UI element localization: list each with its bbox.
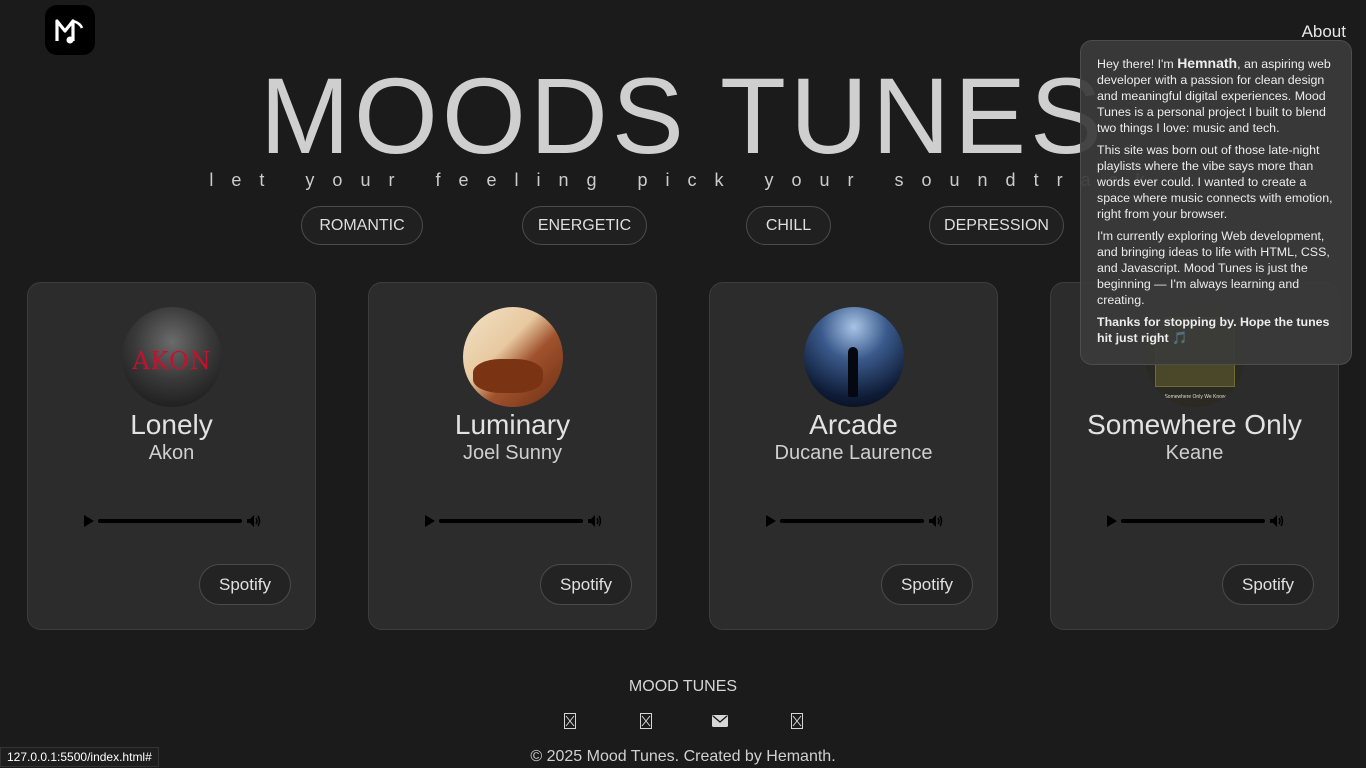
audio-player — [84, 513, 262, 529]
about-paragraph: Hey there! I'm Hemnath, an aspiring web … — [1097, 55, 1331, 135]
volume-icon[interactable] — [246, 514, 262, 528]
album-cover-text: AKON — [132, 347, 212, 375]
social-link-2-icon[interactable] — [638, 713, 654, 729]
mood-button-chill[interactable]: CHILL — [746, 206, 831, 245]
copyright: © 2025 Mood Tunes. Created by Hemanth. — [530, 748, 836, 765]
volume-icon[interactable] — [587, 514, 603, 528]
album-cover — [804, 307, 904, 407]
audio-player — [1107, 513, 1285, 529]
audio-player — [425, 513, 603, 529]
volume-icon[interactable] — [928, 514, 944, 528]
progress-bar[interactable] — [98, 519, 242, 523]
audio-player — [766, 513, 944, 529]
about-link[interactable]: About — [1302, 22, 1346, 42]
footer-brand: MOOD TUNES — [628, 678, 738, 695]
mood-button-romantic[interactable]: ROMANTIC — [301, 206, 423, 245]
song-title: Luminary — [454, 409, 571, 440]
song-card: Arcade Ducane Laurence Spotify — [709, 282, 998, 630]
mood-button-energetic[interactable]: ENERGETIC — [522, 206, 647, 245]
app-logo[interactable] — [45, 5, 95, 55]
author-name: Hemnath — [1177, 55, 1238, 71]
song-artist: Akon — [148, 442, 195, 464]
progress-bar[interactable] — [1121, 519, 1265, 523]
spotify-button[interactable]: Spotify — [199, 564, 291, 605]
about-paragraph: This site was born out of those late-nig… — [1097, 143, 1333, 221]
play-icon[interactable] — [425, 515, 435, 527]
spotify-button[interactable]: Spotify — [1222, 564, 1314, 605]
song-title: Lonely — [130, 409, 213, 440]
email-envelope-icon[interactable] — [712, 713, 728, 729]
play-icon[interactable] — [766, 515, 776, 527]
song-card: Luminary Joel Sunny Spotify — [368, 282, 657, 630]
progress-bar[interactable] — [780, 519, 924, 523]
album-cover-text: Somewhere Only We Know — [1164, 394, 1226, 400]
album-cover — [463, 307, 563, 407]
song-artist: Joel Sunny — [463, 442, 562, 464]
social-link-4-icon[interactable] — [789, 713, 805, 729]
social-link-1-icon[interactable] — [562, 713, 578, 729]
song-title: Arcade — [809, 409, 898, 440]
song-artist: Ducane Laurence — [774, 442, 933, 464]
about-paragraph: I'm currently exploring Web development,… — [1097, 229, 1330, 307]
status-bar-url: 127.0.0.1:5500/index.html# — [0, 747, 159, 767]
mood-button-depression[interactable]: DEPRESSION — [929, 206, 1064, 245]
album-cover: AKON — [122, 307, 222, 407]
song-artist: Keane — [1165, 442, 1224, 464]
progress-bar[interactable] — [439, 519, 583, 523]
play-icon[interactable] — [84, 515, 94, 527]
song-card: AKON Lonely Akon Spotify — [27, 282, 316, 630]
spotify-button[interactable]: Spotify — [540, 564, 632, 605]
about-closing: Thanks for stopping by. Hope the tunes h… — [1097, 315, 1330, 345]
about-popup: Hey there! I'm Hemnath, an aspiring web … — [1080, 40, 1352, 365]
spotify-button[interactable]: Spotify — [881, 564, 973, 605]
song-title: Somewhere Only — [1087, 409, 1302, 440]
play-icon[interactable] — [1107, 515, 1117, 527]
music-note-logo-icon — [55, 19, 84, 44]
volume-icon[interactable] — [1269, 514, 1285, 528]
